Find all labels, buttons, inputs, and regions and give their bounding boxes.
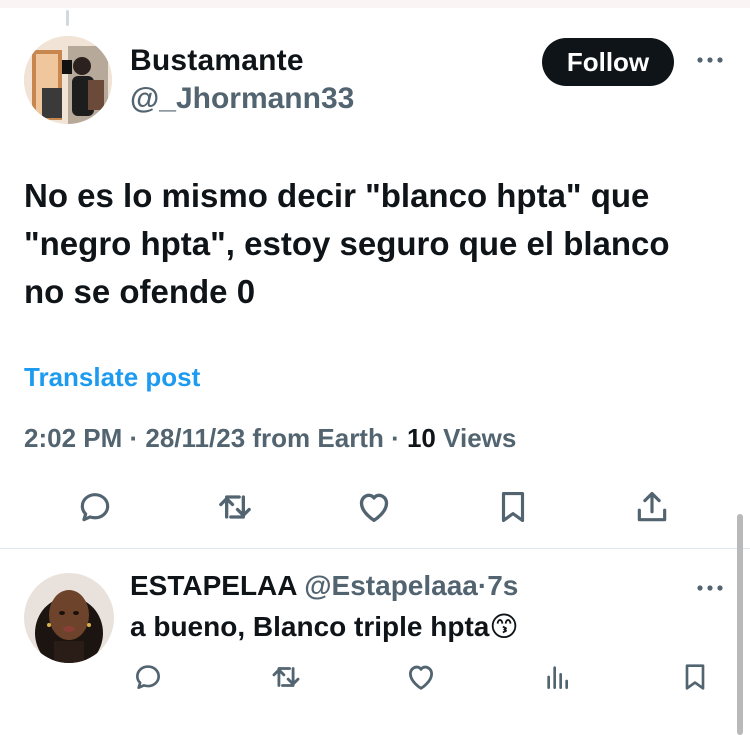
tweet-text: No es lo mismo decir "blanco hpta" que "… [24, 177, 670, 310]
more-horizontal-icon[interactable] [694, 48, 726, 72]
meta-separator: · [122, 423, 146, 453]
previous-tweet-edge [0, 0, 750, 8]
translate-post-link[interactable]: Translate post [24, 362, 200, 393]
author-avatar[interactable] [24, 36, 112, 124]
views-count: 10 [406, 423, 436, 453]
reply-text-body: a bueno, Blanco triple hpta [130, 611, 490, 642]
reply-separator: · [477, 570, 488, 601]
reply-author-name[interactable]: ESTAPELAA [130, 570, 296, 601]
reply-author-handle[interactable]: @Estapelaaa [304, 570, 478, 601]
kissing-face-emoji: 😙 [489, 611, 519, 642]
author-handle[interactable]: @_Jhormann33 [130, 82, 354, 116]
tweet-time[interactable]: 2:02 PM [24, 423, 122, 453]
reply-header: ESTAPELAA @Estapelaaa·7s [130, 570, 518, 602]
bookmark-icon[interactable] [491, 485, 535, 529]
reply-icon[interactable] [129, 658, 167, 696]
retweet-icon[interactable] [267, 658, 305, 696]
reply-author-avatar[interactable] [24, 573, 114, 663]
like-icon[interactable] [402, 658, 440, 696]
more-horizontal-icon[interactable] [694, 576, 726, 600]
share-icon[interactable] [630, 485, 674, 529]
bookmark-icon[interactable] [676, 658, 714, 696]
divider [0, 548, 750, 549]
author-name[interactable]: Bustamante [130, 44, 304, 78]
follow-button[interactable]: Follow [542, 38, 674, 86]
scrollbar[interactable] [737, 514, 743, 735]
thread-line [66, 10, 69, 26]
tweet-meta: 2:02 PM · 28/11/23 from Earth · 10 Views [24, 423, 516, 454]
tweet-date[interactable]: 28/11/23 [145, 423, 245, 453]
reply-icon[interactable] [73, 485, 117, 529]
meta-separator: · [383, 423, 407, 453]
tweet-source: from Earth [252, 423, 384, 453]
retweet-icon[interactable] [213, 485, 257, 529]
reply-time[interactable]: 7s [487, 570, 518, 601]
reply-text: a bueno, Blanco triple hpta😙 [130, 610, 519, 643]
views-label: Views [443, 423, 517, 453]
like-icon[interactable] [352, 485, 396, 529]
views-icon[interactable] [539, 658, 577, 696]
